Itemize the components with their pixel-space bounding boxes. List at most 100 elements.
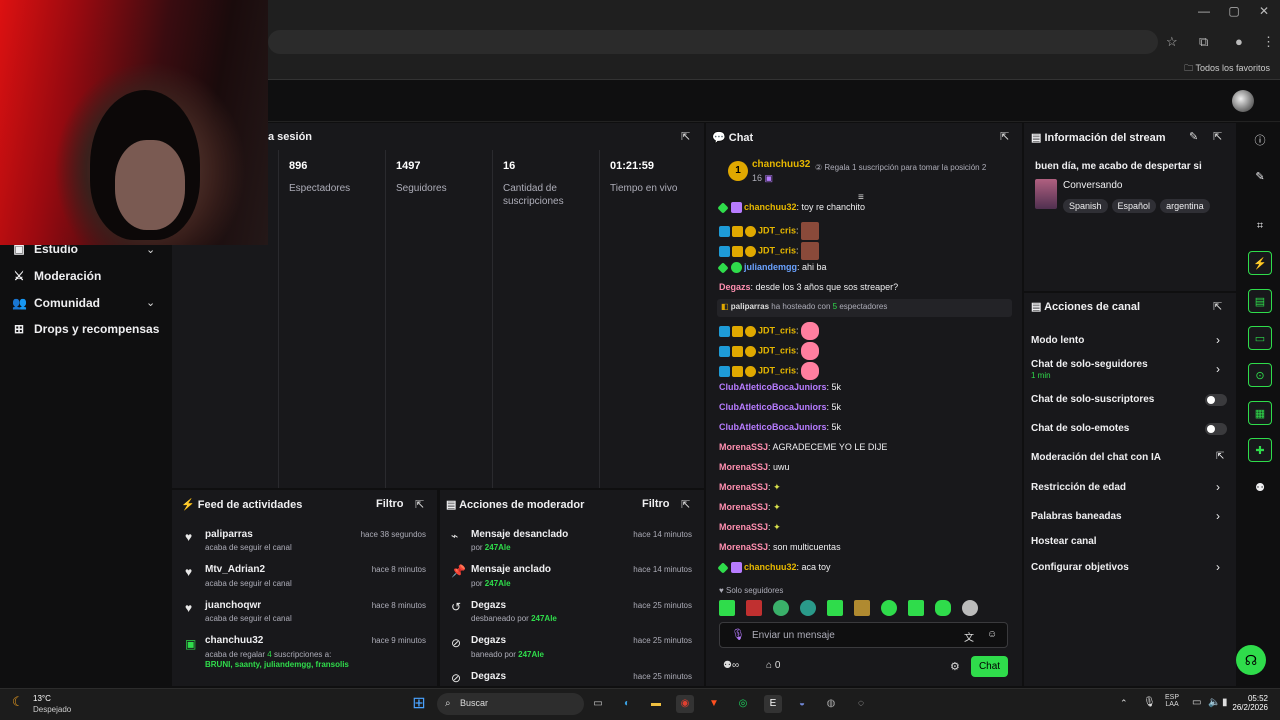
extensions-icon[interactable]: ⧉ [1199, 34, 1208, 50]
mod-row-name[interactable]: Degazs [471, 671, 506, 682]
sidebar-item-moderacion[interactable]: ⚔ Moderación [12, 269, 102, 283]
popout-icon[interactable]: ⇱ [681, 498, 690, 511]
action-slow-mode[interactable]: Modo lento [1031, 335, 1084, 346]
mic-icon[interactable]: 🎙 [731, 628, 745, 641]
address-bar[interactable] [268, 30, 1158, 54]
settings-gear-icon[interactable]: ⚙ [950, 660, 960, 673]
feed-filter-button[interactable]: Filtro [376, 498, 404, 510]
emote-button[interactable] [935, 600, 951, 616]
subscribers-only-toggle[interactable] [1205, 394, 1227, 406]
action-ai-moderation[interactable]: Moderación del chat con IA [1031, 452, 1161, 463]
sidebar-item-comunidad[interactable]: 👥 Comunidad [12, 296, 100, 310]
category-thumbnail[interactable] [1035, 179, 1057, 209]
action-followers-only[interactable]: Chat de solo-seguidores [1031, 359, 1148, 370]
action-emotes-only[interactable]: Chat de solo-emotes [1031, 423, 1129, 434]
tag[interactable]: Spanish [1063, 199, 1108, 213]
mod-filter-button[interactable]: Filtro [642, 498, 670, 510]
edge-icon[interactable]: ◐ [618, 695, 636, 713]
user-avatar[interactable] [1232, 90, 1254, 112]
users-infinite-icon[interactable]: ⚉∞ [723, 660, 739, 671]
feed-row-name[interactable]: chanchuu32 [205, 635, 263, 646]
action-set-goals[interactable]: Configurar objetivos [1031, 562, 1129, 573]
feed-row-name[interactable]: juanchoqwr [205, 600, 261, 611]
edit-pencil-icon[interactable]: ✎ [1248, 165, 1272, 189]
weather-temp[interactable]: 13°C [33, 694, 51, 703]
popout-icon[interactable]: ⇱ [1213, 130, 1222, 143]
windows-start-icon[interactable]: ⊞ [410, 695, 428, 713]
minimize-icon[interactable]: — [1194, 4, 1214, 18]
language-indicator[interactable]: ESP LAA [1165, 694, 1179, 708]
points-display[interactable]: ⌂ 0 [766, 660, 780, 671]
weather-moon-icon[interactable]: ☾ [12, 694, 24, 710]
add-users-icon[interactable]: ⚉ [1248, 476, 1272, 500]
action-age-restriction[interactable]: Restricción de edad [1031, 482, 1126, 493]
screenshot-icon[interactable]: ⌗ [1248, 214, 1272, 238]
chevron-right-icon[interactable]: › [1216, 362, 1220, 376]
chevron-right-icon[interactable]: › [1216, 333, 1220, 347]
category-name[interactable]: Conversando [1063, 180, 1122, 191]
bookmarks-folder[interactable]: 🗀 Todos los favoritos [1184, 61, 1270, 77]
wrench-icon[interactable]: ✚ [1248, 438, 1272, 462]
chevron-right-icon[interactable]: › [1216, 560, 1220, 574]
top-gifter-name[interactable]: chanchuu32 [752, 159, 810, 170]
profile-icon[interactable]: ● [1235, 34, 1243, 49]
emote-button[interactable] [800, 600, 816, 616]
chrome-icon[interactable]: ◉ [676, 695, 694, 713]
network-icon[interactable]: ▭ [1192, 697, 1201, 708]
mod-row-name[interactable]: Degazs [471, 600, 506, 611]
steam-icon[interactable]: ◍ [822, 695, 840, 713]
brave-icon[interactable]: ▼ [705, 695, 723, 713]
chevron-right-icon[interactable]: › [1216, 480, 1220, 494]
menu-icon[interactable]: ⋮ [1262, 34, 1275, 50]
emote-button[interactable] [908, 600, 924, 616]
external-link-icon[interactable]: ⇱ [1216, 451, 1224, 462]
feed-row-name[interactable]: Mtv_Adrian2 [205, 564, 265, 575]
file-explorer-icon[interactable]: ▬ [647, 695, 665, 713]
popout-icon[interactable]: ⇱ [1213, 300, 1222, 313]
help-headset-button[interactable]: ☊ [1236, 645, 1266, 675]
emote-button[interactable] [854, 600, 870, 616]
translate-icon[interactable]: 文 [964, 629, 974, 644]
popout-icon[interactable]: ⇱ [1000, 130, 1009, 143]
chat-send-button[interactable]: Chat [971, 656, 1008, 677]
mic-icon[interactable]: 🎙 [1143, 697, 1156, 708]
emote-button[interactable] [827, 600, 843, 616]
task-view-icon[interactable]: ▭ [589, 695, 607, 713]
broadcast-icon[interactable]: ⊙ [1248, 363, 1272, 387]
emoji-icon[interactable]: ☺ [987, 629, 997, 640]
info-icon[interactable]: ⓘ [1248, 129, 1272, 153]
emote-button[interactable] [881, 600, 897, 616]
tag[interactable]: Español [1111, 199, 1157, 213]
popout-icon[interactable]: ⇱ [415, 498, 424, 511]
discord-icon[interactable]: ◒ [793, 695, 811, 713]
emote-button[interactable] [746, 600, 762, 616]
edit-pencil-icon[interactable]: ✎ [1189, 130, 1198, 143]
obs-icon[interactable]: ◌ [852, 695, 870, 713]
tray-chevron-icon[interactable]: ⌃ [1120, 698, 1128, 709]
list-icon[interactable]: ▦ [1248, 401, 1272, 425]
emote-button[interactable] [773, 600, 789, 616]
maximize-icon[interactable]: ▢ [1224, 4, 1244, 18]
close-icon[interactable]: ✕ [1254, 4, 1274, 18]
emotes-only-toggle[interactable] [1205, 423, 1227, 435]
popout-icon[interactable]: ⇱ [681, 130, 690, 143]
chat-bubble-icon[interactable]: ▭ [1248, 326, 1272, 350]
mod-row-name[interactable]: Degazs [471, 635, 506, 646]
clock[interactable]: 05:52 26/2/2026 [1226, 694, 1268, 712]
action-host-channel[interactable]: Hostear canal [1031, 536, 1097, 547]
volume-icon[interactable]: 🔈 [1208, 697, 1220, 708]
spotify-icon[interactable]: ◎ [734, 695, 752, 713]
emote-button[interactable] [962, 600, 978, 616]
epic-games-icon[interactable]: E [764, 695, 782, 713]
bolt-icon[interactable]: ⚡ [1248, 251, 1272, 275]
doc-icon[interactable]: ▤ [1248, 289, 1272, 313]
tag[interactable]: argentina [1160, 199, 1210, 213]
feed-row-name[interactable]: paliparras [205, 529, 253, 540]
chevron-right-icon[interactable]: › [1216, 509, 1220, 523]
emote-button[interactable] [719, 600, 735, 616]
action-subscribers-only[interactable]: Chat de solo-suscriptores [1031, 394, 1154, 405]
sidebar-item-drops[interactable]: ⊞ Drops y recompensas [12, 322, 159, 336]
action-banned-words[interactable]: Palabras baneadas [1031, 511, 1122, 522]
chevron-down-icon[interactable]: ⌄ [146, 296, 155, 309]
star-icon[interactable]: ☆ [1166, 34, 1178, 50]
